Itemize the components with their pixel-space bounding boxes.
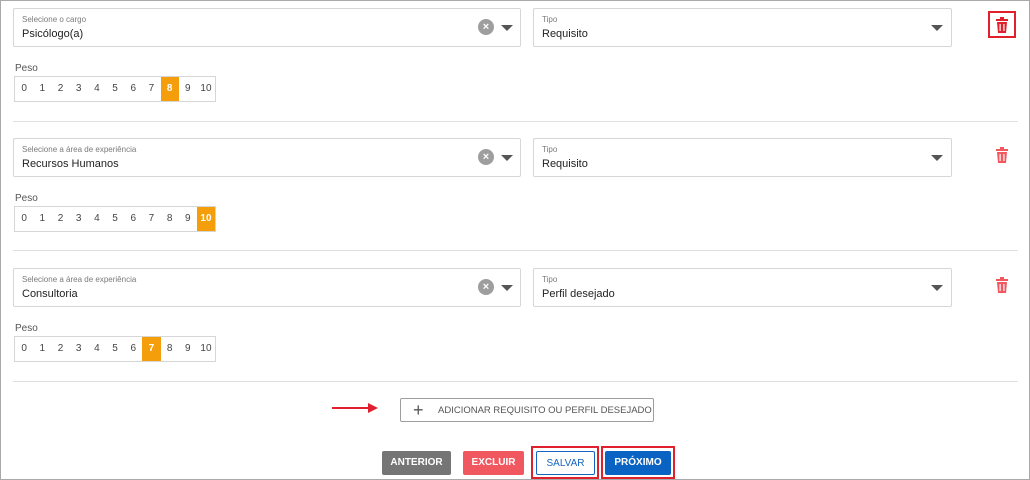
peso-option-8[interactable]: 8 — [161, 207, 179, 231]
tipo-select-value: Perfil desejado — [542, 288, 615, 300]
peso-option-3[interactable]: 3 — [70, 77, 88, 101]
peso-option-7[interactable]: 7 — [142, 207, 160, 231]
peso-scale[interactable]: 0 1 2 3 4 5 6 7 8 9 10 — [14, 76, 217, 102]
clear-icon[interactable]: × — [478, 19, 494, 35]
divider — [13, 250, 1018, 251]
peso-option-3[interactable]: 3 — [70, 337, 88, 361]
peso-option-1[interactable]: 1 — [33, 337, 51, 361]
tipo-select-value: Requisito — [542, 28, 588, 40]
peso-option-4[interactable]: 4 — [88, 77, 106, 101]
divider — [13, 381, 1018, 382]
peso-option-9[interactable]: 9 — [179, 77, 197, 101]
tipo-select[interactable]: Tipo Perfil desejado — [533, 268, 952, 307]
cargo-select-value: Psicólogo(a) — [22, 28, 84, 40]
peso-option-4[interactable]: 4 — [88, 337, 106, 361]
tipo-select[interactable]: Tipo Requisito — [533, 138, 952, 177]
peso-option-6[interactable]: 6 — [124, 77, 142, 101]
experience-select-value: Recursos Humanos — [22, 158, 119, 170]
chevron-down-icon[interactable] — [501, 25, 513, 31]
next-button[interactable]: PRÓXIMO — [605, 451, 671, 475]
trash-icon[interactable] — [995, 17, 1009, 33]
peso-option-5[interactable]: 5 — [106, 207, 124, 231]
peso-label: Peso — [15, 63, 38, 74]
trash-icon[interactable] — [995, 277, 1009, 293]
peso-scale[interactable]: 0 1 2 3 4 5 6 7 8 9 10 — [14, 206, 217, 232]
chevron-down-icon[interactable] — [931, 285, 943, 291]
peso-option-2[interactable]: 2 — [51, 207, 69, 231]
peso-option-0[interactable]: 0 — [15, 207, 33, 231]
peso-option-0[interactable]: 0 — [15, 77, 33, 101]
form-frame: Selecione o cargo Psicólogo(a) × Tipo Re… — [0, 0, 1030, 480]
peso-option-5[interactable]: 5 — [106, 77, 124, 101]
arrow-right-icon — [332, 403, 378, 413]
experience-select-value: Consultoria — [22, 288, 78, 300]
chevron-down-icon[interactable] — [501, 285, 513, 291]
peso-option-3[interactable]: 3 — [70, 207, 88, 231]
clear-icon[interactable]: × — [478, 279, 494, 295]
clear-icon[interactable]: × — [478, 149, 494, 165]
plus-icon: + — [413, 400, 424, 420]
add-requirement-label: ADICIONAR REQUISITO OU PERFIL DESEJADO — [438, 405, 652, 416]
peso-option-7[interactable]: 7 — [142, 77, 160, 101]
peso-option-4[interactable]: 4 — [88, 207, 106, 231]
divider — [13, 121, 1018, 122]
tipo-select-value: Requisito — [542, 158, 588, 170]
chevron-down-icon[interactable] — [931, 25, 943, 31]
add-requirement-button[interactable]: + ADICIONAR REQUISITO OU PERFIL DESEJADO — [400, 398, 654, 422]
trash-icon[interactable] — [995, 147, 1009, 163]
peso-label: Peso — [15, 323, 38, 334]
peso-option-0[interactable]: 0 — [15, 337, 33, 361]
tipo-select-label: Tipo — [542, 145, 558, 154]
peso-option-2[interactable]: 2 — [51, 337, 69, 361]
tipo-select-label: Tipo — [542, 15, 558, 24]
save-button[interactable]: SALVAR — [536, 451, 595, 475]
peso-option-9[interactable]: 9 — [179, 337, 197, 361]
peso-option-10[interactable]: 10 — [197, 337, 215, 361]
peso-option-10[interactable]: 10 — [197, 77, 215, 101]
peso-option-6[interactable]: 6 — [124, 337, 142, 361]
peso-option-1[interactable]: 1 — [33, 207, 51, 231]
previous-button[interactable]: ANTERIOR — [382, 451, 451, 475]
delete-button[interactable]: EXCLUIR — [463, 451, 524, 475]
peso-option-2[interactable]: 2 — [51, 77, 69, 101]
experience-select-label: Selecione a área de experiência — [22, 275, 137, 284]
tipo-select-label: Tipo — [542, 275, 558, 284]
peso-option-10[interactable]: 10 — [196, 207, 216, 231]
peso-option-8[interactable]: 8 — [160, 77, 179, 101]
peso-label: Peso — [15, 193, 38, 204]
peso-option-9[interactable]: 9 — [179, 207, 197, 231]
tipo-select[interactable]: Tipo Requisito — [533, 8, 952, 47]
cargo-select-label: Selecione o cargo — [22, 15, 87, 24]
peso-option-5[interactable]: 5 — [106, 337, 124, 361]
chevron-down-icon[interactable] — [931, 155, 943, 161]
peso-scale[interactable]: 0 1 2 3 4 5 6 7 8 9 10 — [14, 336, 217, 362]
experience-area-select[interactable]: Selecione a área de experiência Consulto… — [13, 268, 521, 307]
experience-select-label: Selecione a área de experiência — [22, 145, 137, 154]
peso-option-1[interactable]: 1 — [33, 77, 51, 101]
peso-option-7[interactable]: 7 — [142, 337, 161, 361]
peso-option-6[interactable]: 6 — [124, 207, 142, 231]
cargo-select[interactable]: Selecione o cargo Psicólogo(a) × — [13, 8, 521, 47]
peso-option-8[interactable]: 8 — [161, 337, 179, 361]
experience-area-select[interactable]: Selecione a área de experiência Recursos… — [13, 138, 521, 177]
chevron-down-icon[interactable] — [501, 155, 513, 161]
